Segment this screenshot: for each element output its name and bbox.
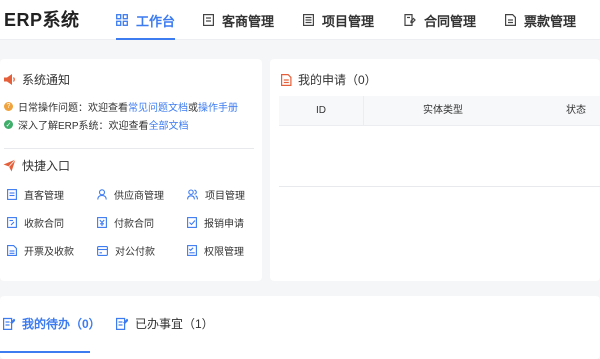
quick-link-reimbursement[interactable]: 报销申请 bbox=[187, 215, 244, 230]
quick-link-corporate-payment[interactable]: 对公付款 bbox=[97, 243, 155, 258]
nav-projects[interactable]: 项目管理 bbox=[303, 0, 374, 40]
quick-link-permissions[interactable]: 权限管理 bbox=[187, 243, 244, 258]
quick-link-label: 开票及收款 bbox=[24, 247, 74, 258]
list-icon bbox=[303, 14, 314, 26]
nav-projects-label: 项目管理 bbox=[322, 13, 375, 29]
applications-section-title: 我的申请（0） bbox=[281, 71, 377, 88]
info-icon: ✓ bbox=[4, 120, 13, 129]
quick-link-label: 项目管理 bbox=[205, 191, 245, 202]
quick-title: 快捷入口 bbox=[22, 159, 71, 173]
all-docs-link[interactable]: 全部文档 bbox=[149, 117, 189, 132]
nav-contracts[interactable]: 合同管理 bbox=[404, 0, 476, 40]
column-separator bbox=[363, 96, 364, 126]
notice-line-1-text: 日常操作问题：欢迎查看 bbox=[18, 103, 128, 114]
document-icon bbox=[281, 73, 292, 86]
column-header-id: ID bbox=[316, 105, 326, 116]
payment-icon bbox=[97, 217, 107, 228]
user-icon bbox=[97, 189, 107, 200]
reimburse-icon bbox=[187, 217, 197, 228]
tab-done-items[interactable]: 已办事宜（1） bbox=[116, 315, 214, 332]
applications-table-header: ID 实体类型 状态 bbox=[279, 96, 600, 126]
section-divider bbox=[4, 148, 254, 149]
quick-section-title: 快捷入口 bbox=[3, 157, 70, 174]
notice-line-2: ✓ 深入了解ERP系统：欢迎查看 全部文档 bbox=[4, 117, 189, 132]
quick-link-label: 直客管理 bbox=[24, 191, 64, 202]
column-header-entity-type: 实体类型 bbox=[423, 105, 463, 116]
quick-link-label: 报销申请 bbox=[204, 219, 244, 230]
done-icon bbox=[116, 317, 128, 330]
help-icon: ? bbox=[4, 102, 13, 111]
quick-link-label: 供应商管理 bbox=[114, 191, 164, 202]
quick-link-label: 收款合同 bbox=[24, 219, 64, 230]
quick-link-suppliers[interactable]: 供应商管理 bbox=[97, 187, 164, 202]
nav-invoices[interactable]: 票款管理 bbox=[505, 0, 576, 40]
nav-invoices-label: 票款管理 bbox=[524, 13, 577, 29]
quick-link-invoicing[interactable]: 开票及收款 bbox=[7, 243, 74, 258]
invoice-icon bbox=[505, 14, 516, 26]
my-applications-panel bbox=[270, 59, 600, 281]
quick-link-label: 权限管理 bbox=[204, 247, 244, 258]
faq-doc-link[interactable]: 常见问题文档 bbox=[128, 99, 188, 114]
megaphone-icon bbox=[4, 74, 15, 85]
top-navbar: ERP系统 工作台 客商管理 项目管理 合同管理 票款管理 bbox=[0, 0, 600, 40]
quick-link-projects[interactable]: 项目管理 bbox=[187, 187, 245, 202]
notice-line-1-or: 或 bbox=[188, 103, 198, 114]
table-bottom-border bbox=[279, 186, 600, 187]
notice-line-2-text: 深入了解ERP系统：欢迎查看 bbox=[18, 121, 149, 132]
quick-link-direct-clients[interactable]: 直客管理 bbox=[7, 187, 64, 202]
quick-link-receivable-contracts[interactable]: 收款合同 bbox=[7, 215, 64, 230]
nav-active-underline bbox=[116, 38, 176, 40]
app-logo-title: ERP系统 bbox=[4, 10, 80, 30]
nav-workbench-label: 工作台 bbox=[136, 13, 176, 29]
notice-section-title: 系统通知 bbox=[3, 71, 70, 88]
applications-title: 我的申请（0） bbox=[298, 73, 377, 87]
todo-icon bbox=[3, 317, 15, 330]
quick-link-payable-contracts[interactable]: 付款合同 bbox=[97, 215, 154, 230]
tab-my-todos[interactable]: 我的待办（0） bbox=[3, 315, 101, 332]
quick-link-label: 付款合同 bbox=[114, 219, 154, 230]
tab-my-todos-label: 我的待办（0） bbox=[22, 317, 101, 331]
book-icon bbox=[7, 189, 17, 200]
checklist-icon bbox=[187, 245, 197, 256]
tab-done-items-label: 已办事宜（1） bbox=[135, 317, 214, 331]
team-icon bbox=[187, 189, 198, 200]
card-icon bbox=[97, 245, 108, 256]
nav-merchants[interactable]: 客商管理 bbox=[203, 0, 274, 40]
notice-line-1: ? 日常操作问题：欢迎查看 常见问题文档 或 操作手册 bbox=[4, 99, 238, 114]
column-header-status: 状态 bbox=[566, 105, 586, 116]
paper-plane-icon bbox=[3, 159, 16, 172]
invoice-icon bbox=[7, 245, 17, 256]
contract-icon bbox=[7, 217, 17, 228]
grid-icon bbox=[116, 14, 128, 26]
contract-icon bbox=[404, 14, 416, 26]
quick-link-label: 对公付款 bbox=[115, 247, 155, 258]
nav-workbench[interactable]: 工作台 bbox=[116, 0, 176, 40]
nav-merchants-label: 客商管理 bbox=[222, 13, 275, 29]
manual-link[interactable]: 操作手册 bbox=[198, 99, 238, 114]
tab-active-underline bbox=[0, 351, 90, 353]
nav-contracts-label: 合同管理 bbox=[424, 13, 477, 29]
book-icon bbox=[203, 14, 214, 26]
notice-title: 系统通知 bbox=[22, 73, 71, 87]
